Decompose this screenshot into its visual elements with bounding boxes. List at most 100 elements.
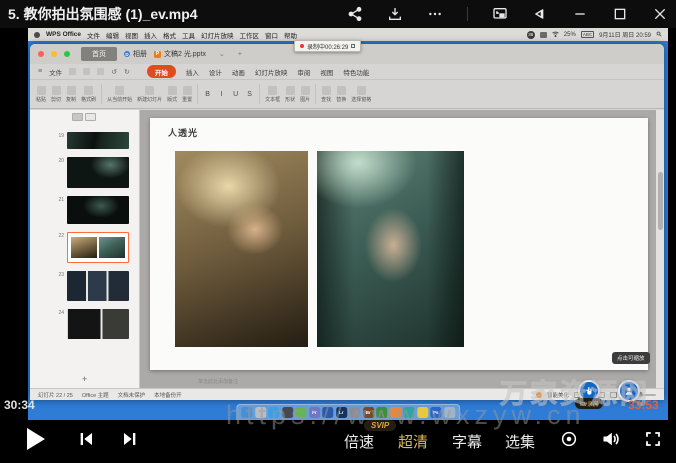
slide-thumbnail-image xyxy=(67,309,129,339)
slide-title: 人透光 xyxy=(168,126,198,139)
mini-player-icon[interactable] xyxy=(492,6,508,22)
protect-status: 文档未保护 xyxy=(118,391,146,399)
slide-thumbnail-image xyxy=(67,132,129,149)
minimize-traffic-light xyxy=(51,51,57,57)
titlebar-divider xyxy=(467,7,468,21)
slide-thumbnail-panel: 19 20 21 22 23 24 + xyxy=(30,110,140,388)
player-window: 5. 教你拍出氛围感 (1)_ev.mp4 WPS Office 文件 编辑 视… xyxy=(0,0,676,463)
battery-percent: 25% xyxy=(564,32,576,38)
ribbon-tab-design: 设计 xyxy=(209,67,222,77)
selection-pane-button: 选择窗格 xyxy=(351,86,371,103)
record-loop-icon[interactable] xyxy=(560,430,578,448)
quality-button[interactable]: 超清 xyxy=(398,431,428,452)
format-painter-icon xyxy=(84,86,93,95)
playback-speed-button[interactable]: 倍速 xyxy=(344,431,374,452)
warm-portrait-photo xyxy=(175,151,308,347)
cut-icon xyxy=(52,86,61,95)
tab-album: D相册 xyxy=(124,49,147,59)
play-button[interactable] xyxy=(26,428,46,450)
find-icon xyxy=(322,86,331,95)
toolbar-divider xyxy=(101,84,102,104)
next-episode-button[interactable] xyxy=(122,431,138,447)
volume-button[interactable] xyxy=(601,429,621,449)
share-icon[interactable] xyxy=(347,6,363,22)
panel-view-toggle xyxy=(72,113,96,121)
recording-label: 录制中00:26:29 xyxy=(307,42,348,51)
stop-recording-icon xyxy=(351,44,355,48)
layout-icon xyxy=(168,86,177,95)
dock-to-side-icon[interactable] xyxy=(532,6,548,22)
current-slide: 人透光 xyxy=(150,118,648,370)
previous-episode-button[interactable] xyxy=(78,431,94,447)
spotlight-search-icon xyxy=(656,31,662,39)
slide-thumbnail-image xyxy=(67,196,129,224)
zoom-traffic-light xyxy=(64,51,70,57)
slides-view-icon xyxy=(85,113,96,121)
fullscreen-button[interactable] xyxy=(644,430,662,448)
undo-icon: ↺ xyxy=(111,68,117,76)
wps-toolbar: 粘贴 剪切 复制 格式刷 从当前开始 新建幻灯片 版式 重置 B I U S 文… xyxy=(30,79,664,109)
play-from-current-button: 从当前开始 xyxy=(107,86,132,103)
ribbon-tab-insert: 插入 xyxy=(186,67,199,77)
slide-thumb-23: 23 xyxy=(30,271,133,301)
toolbar-divider xyxy=(197,84,198,104)
notes-hint: 单击此处添加备注 xyxy=(198,378,238,385)
ribbon-tab-animation: 动画 xyxy=(232,67,245,77)
paste-button: 粘贴 xyxy=(36,86,46,103)
teal-portrait-photo xyxy=(317,151,464,347)
paste-icon xyxy=(37,86,46,95)
minimize-icon[interactable] xyxy=(572,6,588,22)
reset-button: 重置 xyxy=(182,86,192,103)
reset-icon xyxy=(183,86,192,95)
display-icon xyxy=(540,32,547,38)
watermark-url: https://www.wxzyw.cn xyxy=(226,400,586,431)
bold-button: B xyxy=(203,91,212,98)
subtitles-button[interactable]: 字幕 xyxy=(452,431,482,452)
wps-file-menu: 文件 xyxy=(49,67,62,77)
tab-list-chevron-icon: ⌄ xyxy=(219,50,225,58)
slide-thumb-24: 24 xyxy=(30,309,133,339)
cut-button: 剪切 xyxy=(51,86,61,103)
scrollbar-handle xyxy=(658,172,663,230)
more-icon[interactable] xyxy=(427,6,443,22)
apple-icon xyxy=(34,32,40,38)
outline-view-icon xyxy=(72,113,83,121)
wps-menurow: ≡ 文件 ↺ ↻ 开始 插入 设计 动画 幻灯片放映 审阅 视图 特色功能 xyxy=(30,64,664,79)
slide-counter: 幻灯片 22 / 25 xyxy=(38,391,73,399)
ribbon-tab-view: 视图 xyxy=(320,67,333,77)
close-traffic-light xyxy=(38,51,44,57)
ribbon-tab-review: 审阅 xyxy=(297,67,310,77)
wps-window: 首页 D相册 P文稿2 光.pptx ⌄ + ≡ 文件 ↺ ↻ 开始 插入 设计… xyxy=(30,44,664,400)
picture-icon xyxy=(301,86,310,95)
theme-name: Office 主题 xyxy=(82,391,109,399)
video-title: 5. 教你拍出氛围感 (1)_ev.mp4 xyxy=(8,0,198,28)
slide-thumbnail-image xyxy=(67,157,129,188)
layout-button: 版式 xyxy=(167,86,177,103)
input-method-badge: ABC xyxy=(581,31,594,38)
episode-list-button[interactable]: 选集 xyxy=(505,431,535,452)
shape-button: 形状 xyxy=(285,86,295,103)
copy-button: 复制 xyxy=(66,86,76,103)
maximize-icon[interactable] xyxy=(612,6,628,22)
menu-format: 格式 xyxy=(163,30,176,40)
menu-view: 视图 xyxy=(125,30,138,40)
vertical-scrollbar xyxy=(656,110,664,388)
replace-button: 替换 xyxy=(336,86,346,103)
menu-workspace: 工作区 xyxy=(240,30,260,40)
find-button: 查找 xyxy=(321,86,331,103)
textbox-button: 文本框 xyxy=(265,86,280,103)
new-tab-icon: + xyxy=(238,51,242,58)
shape-icon xyxy=(286,86,295,95)
slide-thumb-20: 20 xyxy=(30,157,133,188)
picture-button: 图片 xyxy=(300,86,310,103)
menubar-app-name: WPS Office xyxy=(46,31,81,38)
new-slide-icon xyxy=(145,86,154,95)
menu-edit: 编辑 xyxy=(106,30,119,40)
slide-thumb-22-selected: 22 xyxy=(30,232,133,263)
close-icon[interactable] xyxy=(652,6,668,22)
slide-thumbnail-image xyxy=(67,271,129,301)
menu-insert: 插入 xyxy=(144,30,157,40)
menubar-datetime: 9月11日 周日 20:59 xyxy=(599,30,651,39)
video-surface[interactable]: WPS Office 文件 编辑 视图 插入 格式 工具 幻灯片放映 工作区 窗… xyxy=(28,28,668,420)
download-icon[interactable] xyxy=(387,6,403,22)
